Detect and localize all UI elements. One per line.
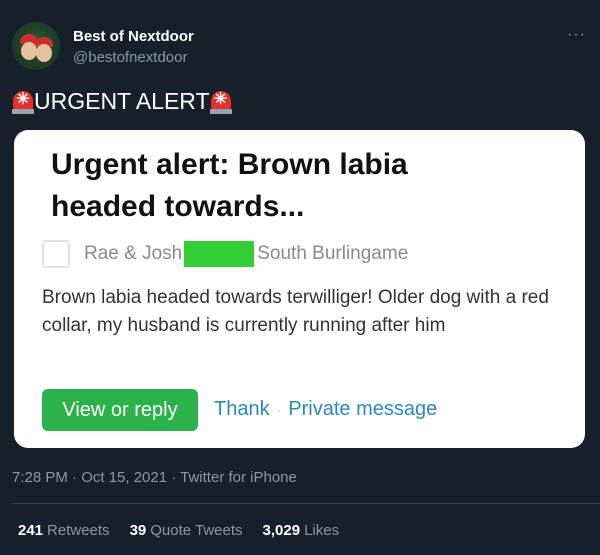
more-options-icon[interactable]: ··· xyxy=(567,26,586,44)
retweets-stat[interactable]: 241 Retweets xyxy=(18,522,110,539)
likes-stat[interactable]: 3,029 Likes xyxy=(263,522,340,539)
tweet-text: ✳ URGENT ALERT ✳ xyxy=(12,88,232,115)
post-title: Urgent alert: Brown labia headed towards… xyxy=(51,148,408,223)
post-author-row: Rae & Josh South Burlingame xyxy=(42,240,408,268)
post-body: Brown labia headed towards terwilliger! … xyxy=(42,287,549,336)
author-avatar-placeholder xyxy=(42,240,70,268)
profile-avatar[interactable] xyxy=(12,22,60,70)
account-name[interactable]: Best of Nextdoor xyxy=(73,28,194,45)
post-location: South Burlingame xyxy=(257,243,409,264)
redaction-block xyxy=(184,241,255,267)
post-actions: Thank · Private message xyxy=(214,398,437,421)
tweet-text-content: URGENT ALERT xyxy=(34,88,210,114)
divider xyxy=(12,503,600,504)
thank-link[interactable]: Thank xyxy=(214,398,270,421)
post-author: Rae & Josh xyxy=(84,243,183,264)
engagement-stats: 241 Retweets 39 Quote Tweets 3,029 Likes xyxy=(18,522,339,539)
private-message-link[interactable]: Private message xyxy=(288,398,437,421)
avatar-face-shape xyxy=(36,44,52,62)
separator-dot: · xyxy=(276,401,282,418)
view-or-reply-button[interactable]: View or reply xyxy=(42,389,198,431)
nextdoor-post-card[interactable]: Urgent alert: Brown labia headed towards… xyxy=(14,130,585,448)
account-handle[interactable]: @bestofnextdoor xyxy=(73,49,187,66)
quote-tweets-stat[interactable]: 39 Quote Tweets xyxy=(130,522,243,539)
tweet-timestamp[interactable]: 7:28 PM · Oct 15, 2021 · Twitter for iPh… xyxy=(12,469,297,486)
rotating-light-icon: ✳ xyxy=(12,90,34,114)
avatar-face-shape xyxy=(21,42,37,60)
rotating-light-icon: ✳ xyxy=(209,90,232,114)
